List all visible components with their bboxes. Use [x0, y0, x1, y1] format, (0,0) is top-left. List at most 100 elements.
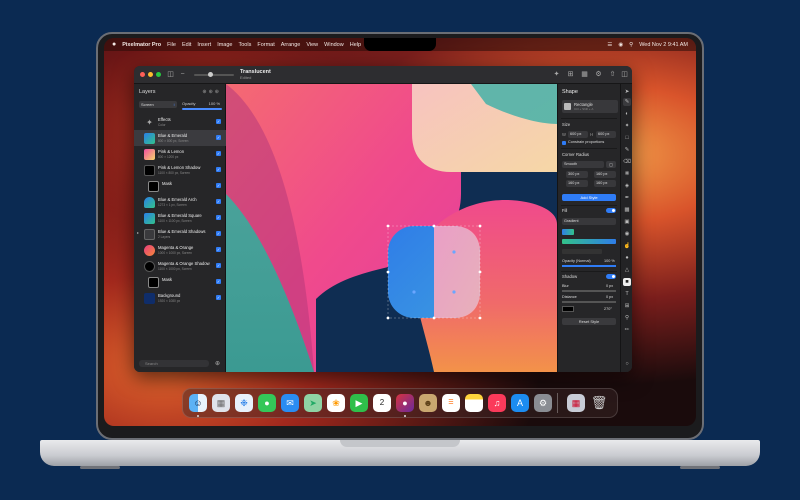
- zoom-out-icon[interactable]: −: [178, 70, 187, 79]
- selection-handle[interactable]: [478, 316, 482, 320]
- close-button[interactable]: [140, 72, 145, 77]
- paint-tool-icon[interactable]: ✎: [623, 146, 631, 154]
- contacts-icon[interactable]: ☻: [419, 394, 437, 412]
- selection-handle[interactable]: [432, 316, 436, 320]
- sidebar-toggle-icon[interactable]: ◫: [166, 70, 175, 79]
- eyedropper-tool-icon[interactable]: ✏: [623, 326, 631, 334]
- arrange-tool-icon[interactable]: ➤: [623, 88, 631, 96]
- system-settings-icon[interactable]: ⚙: [534, 394, 552, 412]
- disclosure-chevron-icon[interactable]: ▸: [137, 230, 139, 235]
- layer-visibility-checkbox[interactable]: ✓: [216, 263, 221, 268]
- type-tool-icon[interactable]: T: [623, 290, 631, 298]
- layers-tools[interactable]: ⊕⊕⊕: [202, 89, 221, 95]
- zoom-tool-icon[interactable]: ⚲: [623, 314, 631, 322]
- fill-opacity-slider[interactable]: [562, 265, 616, 267]
- pen-tool-icon[interactable]: ✒: [623, 194, 631, 202]
- music-icon[interactable]: ♫: [488, 394, 506, 412]
- layer-row[interactable]: Magenta & Orange Shadow 1100 × 1000 px, …: [134, 258, 226, 274]
- corner-mode-button[interactable]: ▢: [606, 161, 616, 168]
- maps-icon[interactable]: ➤: [304, 394, 322, 412]
- selection-handle[interactable]: [478, 270, 482, 274]
- height-field[interactable]: 600 px: [596, 131, 616, 138]
- layer-visibility-checkbox[interactable]: ✓: [216, 151, 221, 156]
- fill-toggle[interactable]: [606, 208, 616, 213]
- menu-clock[interactable]: Wed Nov 2 9:41 AM: [639, 42, 688, 48]
- menu-image[interactable]: Image: [217, 42, 232, 48]
- selection-handle[interactable]: [386, 316, 390, 320]
- zoom-button[interactable]: [156, 72, 161, 77]
- layer-row[interactable]: Background 1920 × 1080 px ✓: [134, 290, 226, 306]
- apple-menu-icon[interactable]: ●: [112, 41, 116, 48]
- layer-group-row[interactable]: ▸ Blue & Emerald Shadows 2 Layers ✓: [134, 226, 226, 242]
- shadow-toggle[interactable]: [606, 274, 616, 279]
- corner-radius-handle[interactable]: [412, 290, 416, 294]
- blend-mode-select[interactable]: Screen ↕: [139, 101, 177, 108]
- corner-type-select[interactable]: Smooth: [562, 161, 604, 168]
- menu-format[interactable]: Format: [257, 42, 274, 48]
- app-menu[interactable]: Pixelmator Pro: [122, 42, 161, 48]
- layer-row[interactable]: Mask ✓: [134, 178, 226, 194]
- layer-visibility-checkbox[interactable]: ✓: [216, 295, 221, 300]
- layer-visibility-checkbox[interactable]: ✓: [216, 199, 221, 204]
- selection-handle[interactable]: [432, 224, 436, 228]
- corner-top-right-field[interactable]: 160 px: [594, 171, 616, 178]
- facetime-icon[interactable]: ▶: [350, 394, 368, 412]
- image-canvas[interactable]: [226, 84, 557, 372]
- layer-row[interactable]: Mask ✓: [134, 274, 226, 290]
- erase-tool-icon[interactable]: ⌫: [623, 158, 631, 166]
- blur-value[interactable]: 0 px: [606, 284, 613, 288]
- corner-radius-handle[interactable]: [452, 250, 456, 254]
- layer-row[interactable]: Blue & Emerald 800 × 800 px, Screen ✓: [134, 130, 226, 146]
- layer-visibility-checkbox[interactable]: ✓: [216, 119, 221, 124]
- layer-row[interactable]: Magenta & Orange 1000 × 1000 px, Screen …: [134, 242, 226, 258]
- crop-icon[interactable]: ⊞: [566, 70, 575, 79]
- menu-arrange[interactable]: Arrange: [281, 42, 301, 48]
- shape-tool-icon[interactable]: ■: [623, 278, 631, 286]
- layers-search-input[interactable]: Search: [139, 360, 209, 367]
- color-adjust-icon[interactable]: ◐: [623, 110, 631, 118]
- corner-bottom-right-field[interactable]: 160 px: [594, 180, 616, 187]
- reminders-icon[interactable]: ☰: [442, 394, 460, 412]
- trash-icon[interactable]: 🗑: [590, 394, 608, 412]
- sponge-tool-icon[interactable]: ●: [623, 254, 631, 262]
- more-tools-icon[interactable]: ○: [623, 360, 631, 368]
- width-field[interactable]: 600 px: [568, 131, 588, 138]
- corner-radius-handle[interactable]: [452, 290, 456, 294]
- layer-visibility-checkbox[interactable]: ✓: [216, 215, 221, 220]
- zoom-slider[interactable]: [194, 72, 234, 77]
- add-layer-icon[interactable]: ⊕: [215, 360, 220, 367]
- fill-type-select[interactable]: Gradient: [562, 218, 616, 225]
- effects-tool-icon[interactable]: ✦: [623, 122, 631, 130]
- wifi-icon[interactable]: ☰: [607, 42, 612, 48]
- add-style-button[interactable]: Add Style: [562, 194, 616, 201]
- pixelmator-pro-icon[interactable]: ●: [396, 394, 414, 412]
- inspector-toggle-icon[interactable]: ◫: [620, 70, 629, 79]
- fill-tool-icon[interactable]: ▩: [623, 206, 631, 214]
- layer-visibility-checkbox[interactable]: ✓: [216, 167, 221, 172]
- retouch-tool-icon[interactable]: ❋: [623, 170, 631, 178]
- app-store-icon[interactable]: A: [511, 394, 529, 412]
- shape-type-select[interactable]: Rectangle Ctrl + Shift + A: [562, 100, 618, 113]
- blur-slider[interactable]: [562, 290, 616, 292]
- layer-visibility-checkbox[interactable]: ✓: [216, 231, 221, 236]
- corner-top-left-field[interactable]: 300 px: [566, 171, 588, 178]
- menu-edit[interactable]: Edit: [182, 42, 191, 48]
- layer-opacity-value[interactable]: 100 %: [209, 101, 220, 106]
- reset-style-button[interactable]: Reset Style: [562, 318, 616, 325]
- layer-visibility-checkbox[interactable]: ✓: [216, 135, 221, 140]
- smudge-tool-icon[interactable]: ☝: [623, 242, 631, 250]
- gradient-bar[interactable]: [562, 239, 616, 244]
- messages-icon[interactable]: ●: [258, 394, 276, 412]
- photos-icon[interactable]: ❀: [327, 394, 345, 412]
- shadow-color-well[interactable]: [562, 306, 574, 312]
- shadow-angle-value[interactable]: 270°: [604, 307, 612, 311]
- constrain-checkbox[interactable]: [562, 141, 566, 145]
- style-tool-icon[interactable]: ✎: [623, 98, 631, 106]
- layer-row[interactable]: Blue & Emerald Square 1100 × 1100 px, Sc…: [134, 210, 226, 226]
- gradient-type-buttons[interactable]: [562, 249, 602, 254]
- crop-tool-icon[interactable]: ⊞: [623, 302, 631, 310]
- gradient-preset-swatch[interactable]: [562, 229, 574, 235]
- layer-opacity-slider[interactable]: [182, 108, 222, 110]
- menu-file[interactable]: File: [167, 42, 176, 48]
- notes-icon[interactable]: [465, 394, 483, 412]
